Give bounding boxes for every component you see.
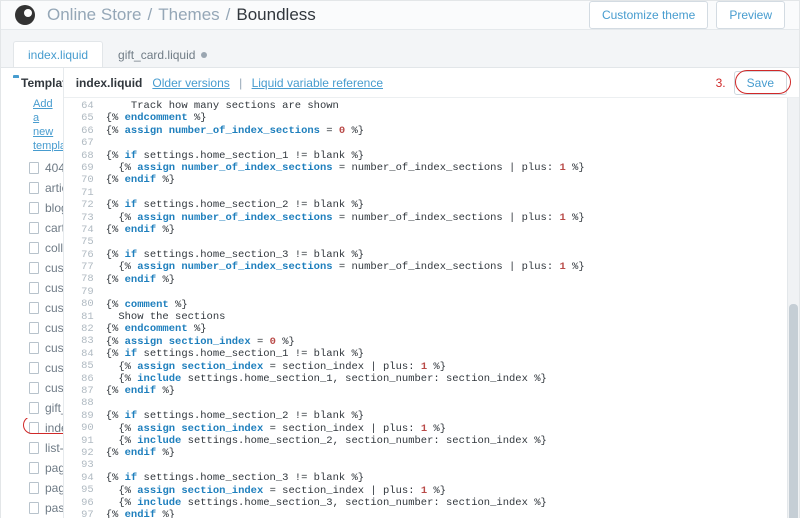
file-icon: [29, 442, 39, 454]
file-icon: [29, 202, 39, 214]
dirty-indicator-icon: [201, 52, 207, 58]
tab-index-liquid[interactable]: index.liquid: [13, 41, 103, 67]
sidebar-item-404[interactable]: 404.liquid: [1, 158, 63, 178]
sidebar-item-customers-order[interactable]: customers/order.liqui: [1, 338, 63, 358]
scroll-thumb[interactable]: [789, 304, 798, 518]
sidebar-item-page[interactable]: page.liquid: [1, 458, 63, 478]
file-icon: [29, 462, 39, 474]
code-editor[interactable]: 6465666768697071727374757677787980818283…: [64, 98, 799, 518]
sidebar-item-collection[interactable]: collection.liquid: [1, 238, 63, 258]
breadcrumb: Online Store / Themes / Boundless: [47, 5, 316, 25]
older-versions-link[interactable]: Older versions: [152, 76, 229, 90]
annotation-3-label: 3.: [716, 76, 726, 90]
sidebar-item-customers-addresses[interactable]: customers/addresse: [1, 298, 63, 318]
breadcrumb-themes[interactable]: Themes: [158, 5, 219, 25]
sidebar-item-customers-login[interactable]: customers/login.liqu: [1, 318, 63, 338]
file-icon: [29, 182, 39, 194]
sidebar-item-password[interactable]: password.liquid: [1, 498, 63, 518]
sidebar-item-blog[interactable]: blog.liquid: [1, 198, 63, 218]
sidebar-item-list-collections[interactable]: list-collections.liquid: [1, 438, 63, 458]
line-number-gutter: 6465666768697071727374757677787980818283…: [64, 98, 100, 518]
app-logo: [15, 5, 35, 25]
sidebar-item-index[interactable]: 1. index.liquid: [1, 418, 63, 438]
file-icon: [29, 482, 39, 494]
save-button[interactable]: Save: [734, 71, 787, 95]
sidebar-item-customers-register[interactable]: customers/register.lic: [1, 358, 63, 378]
file-icon: [29, 362, 39, 374]
file-icon: [29, 162, 39, 174]
file-icon: [29, 502, 39, 514]
customize-theme-button[interactable]: Customize theme: [589, 1, 708, 29]
sidebar-item-gift-card[interactable]: gift_card.liquid: [1, 398, 63, 418]
vertical-scrollbar[interactable]: [787, 98, 799, 518]
top-bar: Online Store / Themes / Boundless Custom…: [1, 1, 799, 30]
breadcrumb-current: Boundless: [236, 5, 315, 25]
sidebar-item-cart[interactable]: cart.liquid: [1, 218, 63, 238]
editor-header: index.liquid Older versions | Liquid var…: [64, 68, 799, 98]
sidebar-section-templates[interactable]: Templates: [1, 68, 63, 96]
sidebar-item-article[interactable]: article.liquid: [1, 178, 63, 198]
file-icon: [29, 302, 39, 314]
add-template-link[interactable]: Add a new template: [1, 96, 63, 158]
file-icon: [29, 222, 39, 234]
file-icon: [29, 322, 39, 334]
file-icon: [29, 242, 39, 254]
file-icon: [29, 422, 39, 434]
file-tabs: index.liquid gift_card.liquid: [1, 38, 799, 68]
sidebar-item-customers-reset[interactable]: customers/reset_pas: [1, 378, 63, 398]
sidebar-item-customers-activate[interactable]: customers/activate_: [1, 278, 63, 298]
file-icon: [29, 342, 39, 354]
editor-title: index.liquid: [76, 76, 143, 90]
file-sidebar[interactable]: Templates Add a new template 404.liquid …: [1, 68, 64, 518]
sidebar-item-customers-account[interactable]: customers/account.l: [1, 258, 63, 278]
breadcrumb-store[interactable]: Online Store: [47, 5, 142, 25]
tab-gift-card-liquid[interactable]: gift_card.liquid: [103, 41, 222, 67]
file-icon: [29, 382, 39, 394]
sidebar-item-page-contact[interactable]: page.contact.liquid: [1, 478, 63, 498]
liquid-variable-reference-link[interactable]: Liquid variable reference: [252, 76, 383, 90]
file-icon: [29, 282, 39, 294]
file-icon: [29, 402, 39, 414]
file-icon: [29, 262, 39, 274]
code-content[interactable]: Track how many sections are shown {% end…: [100, 98, 799, 518]
preview-button[interactable]: Preview: [716, 1, 785, 29]
